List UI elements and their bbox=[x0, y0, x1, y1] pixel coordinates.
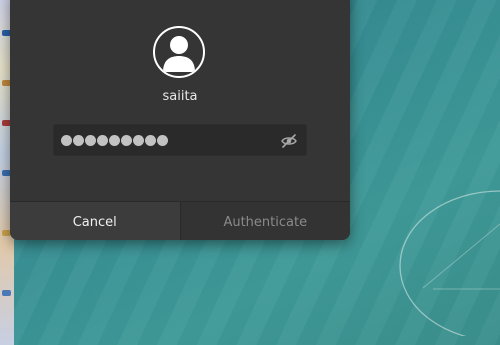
password-mask bbox=[61, 135, 168, 147]
password-dot bbox=[73, 135, 84, 146]
user-avatar-icon bbox=[153, 26, 205, 78]
password-dot bbox=[61, 135, 72, 146]
password-dot bbox=[133, 135, 144, 146]
username-label: saiita bbox=[162, 89, 198, 104]
password-field[interactable] bbox=[53, 124, 307, 156]
cancel-button[interactable]: Cancel bbox=[10, 202, 181, 240]
authenticate-button[interactable]: Authenticate bbox=[180, 202, 350, 240]
wallpaper-ornament bbox=[399, 190, 500, 336]
authentication-dialog: saiita Cancel Authenticate bbox=[10, 0, 350, 240]
password-dot bbox=[97, 135, 108, 146]
password-dot bbox=[145, 135, 156, 146]
password-dot bbox=[121, 135, 132, 146]
password-dot bbox=[85, 135, 96, 146]
password-dot bbox=[109, 135, 120, 146]
dialog-button-row: Cancel Authenticate bbox=[10, 201, 350, 240]
password-dot bbox=[157, 135, 168, 146]
eye-slash-icon[interactable] bbox=[280, 132, 298, 150]
